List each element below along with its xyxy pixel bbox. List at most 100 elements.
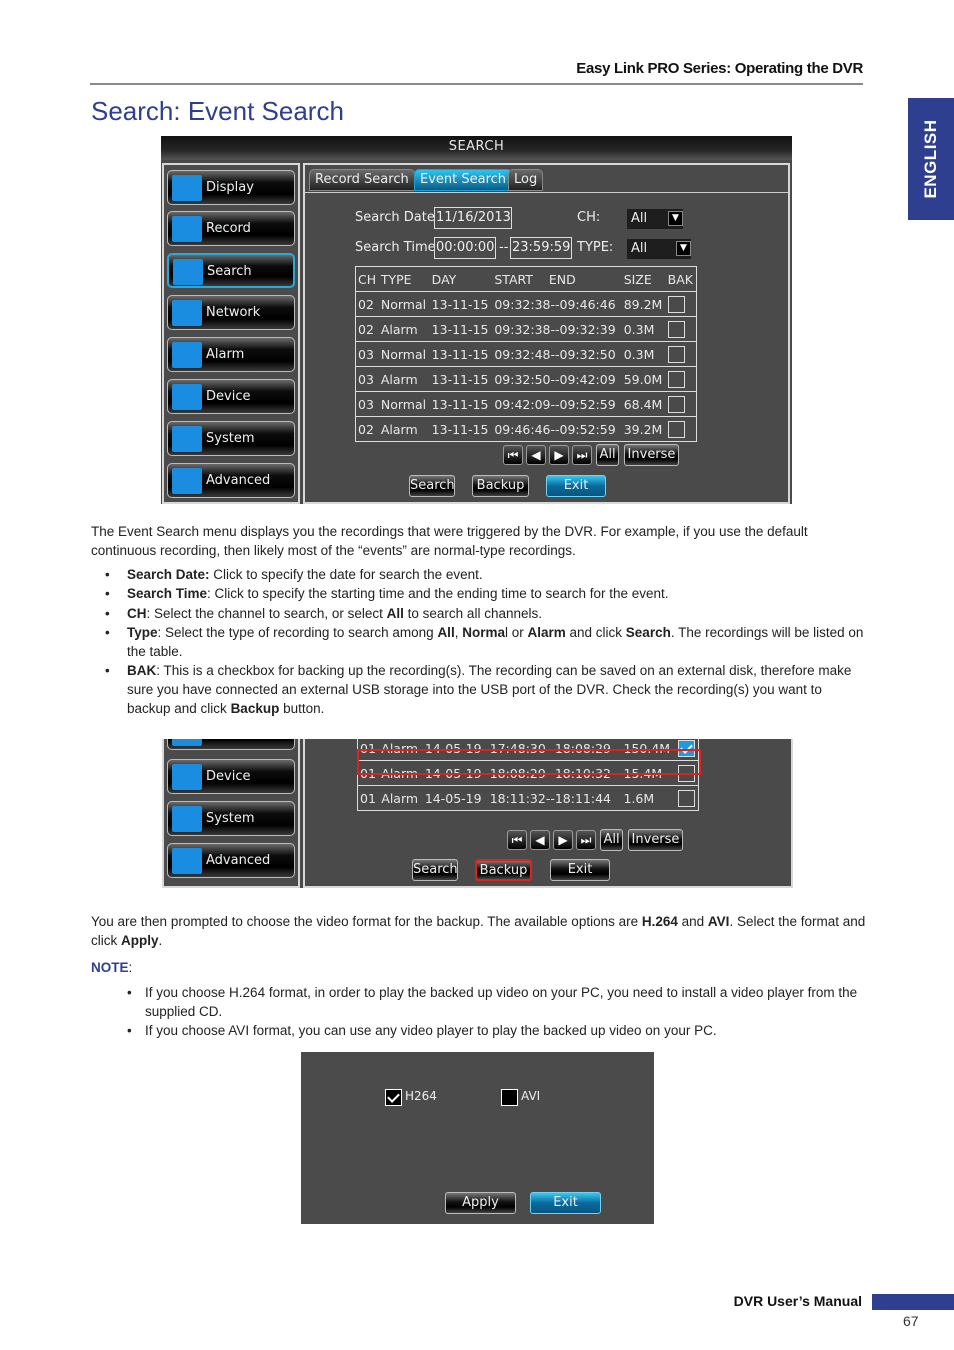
sidebar-item-record[interactable]: Record [167, 211, 295, 246]
format-dialog-screenshot: H264 AVI Apply Exit [301, 1052, 654, 1224]
language-tab: ENGLISH [908, 98, 954, 220]
exit-button[interactable]: Exit [550, 859, 610, 881]
inverse-button[interactable]: Inverse [628, 829, 683, 851]
tab-event-search[interactable]: Event Search [414, 169, 513, 191]
chevron-down-icon: ▼ [668, 211, 683, 226]
ch-select[interactable]: All ▼ [627, 209, 683, 229]
highlight-selected-row [357, 749, 701, 775]
chevron-down-icon: ▼ [676, 241, 691, 256]
select-all-button[interactable]: All [596, 444, 619, 466]
last-page-button[interactable]: ⏭ [576, 830, 596, 850]
prev-page-button[interactable]: ◀ [526, 445, 546, 465]
note-label: NOTE: [91, 960, 133, 975]
screwdriver-icon [172, 468, 202, 494]
globe-icon [172, 300, 202, 326]
bak-checkbox[interactable] [667, 345, 685, 363]
search-date-field[interactable]: 11/16/2013 [434, 207, 512, 229]
tab-log[interactable]: Log [508, 169, 544, 191]
footer-manual-title: DVR User’s Manual [733, 1293, 862, 1309]
bak-checkbox[interactable] [667, 295, 685, 313]
first-page-button[interactable]: ⏮ [503, 445, 523, 465]
table-row[interactable]: 02 Normal 13-11-15 09:32:38--09:46:46 89.2M [355, 291, 697, 317]
search-panel: Record Search Event Search Log Search Da… [303, 163, 790, 504]
siren-icon [172, 739, 202, 746]
h264-checkbox[interactable] [385, 1089, 402, 1106]
search-panel: 01 Alarm 14-05-19 17:48:30--18:08:29 150.4M … [303, 739, 793, 888]
table-row[interactable]: 03 Alarm 13-11-15 09:32:50--09:42:09 59.0M [355, 366, 697, 392]
search-date-label: Search Date [355, 210, 435, 225]
format-paragraph: You are then prompted to choose the vide… [91, 914, 866, 948]
film-icon [172, 216, 202, 242]
screen-icon [172, 764, 202, 790]
table-row[interactable]: 03 Normal 13-11-15 09:42:09--09:52:59 68.4M [355, 391, 697, 417]
sidebar-item-display[interactable]: Display [167, 170, 295, 205]
gear-icon [172, 426, 202, 452]
bullet-bak: • BAK: This is a checkbox for backing up … [105, 663, 852, 716]
bak-checkbox[interactable] [667, 420, 685, 438]
running-header: Easy Link PRO Series: Operating the DVR [90, 60, 863, 85]
event-search-screenshot: SEARCH Display Record Search Network Ala… [161, 136, 792, 504]
screen-icon [172, 384, 202, 410]
apply-button[interactable]: Apply [445, 1192, 516, 1214]
sidebar-item-advanced[interactable]: Advanced [167, 463, 295, 498]
sidebar-item-search[interactable]: Search [167, 253, 295, 288]
bak-checkbox[interactable] [677, 789, 695, 807]
time-end-field[interactable]: 23:59:59 [510, 237, 572, 259]
table-row[interactable]: 03 Normal 13-11-15 09:32:48--09:32:50 0.3M [355, 341, 697, 367]
bak-checkbox[interactable] [667, 395, 685, 413]
backup-button[interactable]: Backup [472, 475, 529, 497]
avi-label: AVI [521, 1089, 541, 1103]
bullet-search-time: • Search Time: Click to specify the start… [105, 586, 669, 601]
monitor-icon [172, 175, 202, 201]
sidebar-item-device[interactable]: Device [167, 379, 295, 414]
last-page-button[interactable]: ⏭ [572, 445, 592, 465]
sidebar-item-advanced[interactable]: Advanced [167, 843, 295, 878]
type-label: TYPE: [577, 240, 614, 255]
select-all-button[interactable]: All [600, 829, 623, 851]
exit-button[interactable]: Exit [530, 1192, 601, 1214]
sidebar: Alarm Device System Advanced [162, 739, 300, 888]
exit-button[interactable]: Exit [546, 475, 606, 497]
note-item: • If you choose H.264 format, in order to… [127, 985, 858, 1019]
table-row[interactable]: 01 Alarm 14-05-19 18:11:32--18:11:44 1.6M [357, 785, 699, 811]
footer-bar [872, 1294, 954, 1310]
sidebar-item-system[interactable]: System [167, 421, 295, 456]
page-title: Search: Event Search [91, 96, 344, 126]
sidebar-item-device[interactable]: Device [167, 759, 295, 794]
table-row[interactable]: 02 Alarm 13-11-15 09:46:46--09:52:59 39.2M [355, 416, 697, 442]
window-title: SEARCH [161, 136, 792, 160]
avi-checkbox[interactable] [501, 1089, 518, 1106]
backup-selection-screenshot: Alarm Device System Advanced 01Alarm14-0… [162, 739, 793, 888]
siren-icon [172, 342, 202, 368]
page-number: 67 [903, 1313, 919, 1329]
next-page-button[interactable]: ▶ [549, 445, 569, 465]
gear-icon [172, 806, 202, 832]
bak-checkbox[interactable] [667, 320, 685, 338]
sidebar-item-network[interactable]: Network [167, 295, 295, 330]
search-button[interactable]: Search [412, 859, 458, 881]
bak-checkbox[interactable] [667, 370, 685, 388]
search-button[interactable]: Search [409, 475, 455, 497]
backup-button[interactable]: Backup [475, 859, 532, 881]
sidebar-item-alarm[interactable]: Alarm [167, 739, 295, 750]
bullet-search-date: • Search Date: Click to specify the date … [105, 567, 483, 582]
h264-label: H264 [405, 1089, 437, 1103]
search-time-label: Search Time [355, 240, 436, 255]
magnifier-icon [173, 259, 203, 285]
prev-page-button[interactable]: ◀ [530, 830, 550, 850]
sidebar-item-system[interactable]: System [167, 801, 295, 836]
inverse-button[interactable]: Inverse [624, 444, 679, 466]
sidebar-item-alarm[interactable]: Alarm [167, 337, 295, 372]
time-start-field[interactable]: 00:00:00 [434, 237, 496, 259]
first-page-button[interactable]: ⏮ [507, 830, 527, 850]
bullet-ch: • CH: Select the channel to search, or se… [105, 606, 542, 621]
time-separator: -- [499, 240, 509, 255]
type-select[interactable]: All ▼ [627, 239, 691, 259]
intro-paragraph: The Event Search menu displays you the r… [91, 524, 808, 558]
sidebar: Display Record Search Network Alarm Devi… [162, 163, 300, 504]
next-page-button[interactable]: ▶ [553, 830, 573, 850]
table-row[interactable]: 02 Alarm 13-11-15 09:32:38--09:32:39 0.3M [355, 316, 697, 342]
bullet-type: • Type: Select the type of recording to s… [105, 625, 864, 659]
screwdriver-icon [172, 848, 202, 874]
tab-record-search[interactable]: Record Search [309, 169, 415, 191]
